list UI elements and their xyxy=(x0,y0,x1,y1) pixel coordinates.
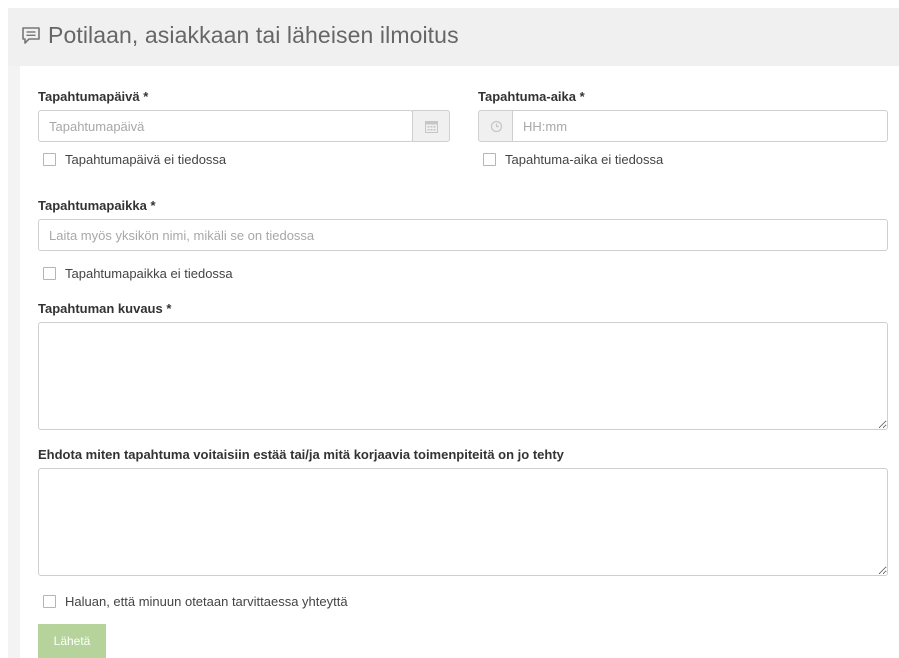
panel-header: Potilaan, asiakkaan tai läheisen ilmoitu… xyxy=(8,8,899,66)
time-label: Tapahtuma-aika * xyxy=(478,89,585,104)
place-unknown-row[interactable]: Tapahtumapaikka ei tiedossa xyxy=(43,266,233,281)
clock-icon xyxy=(490,120,503,138)
description-textarea[interactable] xyxy=(38,322,888,430)
page-title: Potilaan, asiakkaan tai läheisen ilmoitu… xyxy=(48,22,459,48)
comment-icon xyxy=(20,25,42,47)
time-input[interactable] xyxy=(512,110,888,142)
submit-button[interactable]: Lähetä xyxy=(38,624,106,658)
time-unknown-checkbox[interactable] xyxy=(483,153,496,166)
contact-row[interactable]: Haluan, että minuun otetaan tarvittaessa… xyxy=(43,594,348,609)
time-picker-button[interactable] xyxy=(478,110,513,142)
date-unknown-row[interactable]: Tapahtumapäivä ei tiedossa xyxy=(43,152,226,167)
place-input[interactable] xyxy=(38,219,888,251)
time-unknown-row[interactable]: Tapahtuma-aika ei tiedossa xyxy=(483,152,663,167)
place-unknown-checkbox[interactable] xyxy=(43,267,56,280)
suggestion-textarea[interactable] xyxy=(38,468,888,576)
suggestion-label: Ehdota miten tapahtuma voitaisiin estää … xyxy=(38,447,564,462)
place-unknown-label: Tapahtumapaikka ei tiedossa xyxy=(65,266,233,281)
date-unknown-label: Tapahtumapäivä ei tiedossa xyxy=(65,152,227,167)
contact-label: Haluan, että minuun otetaan tarvittaessa… xyxy=(65,594,348,609)
calendar-icon xyxy=(425,120,438,138)
date-label: Tapahtumapäivä * xyxy=(38,89,149,104)
contact-checkbox[interactable] xyxy=(43,595,56,608)
date-picker-button[interactable] xyxy=(412,110,450,142)
place-label: Tapahtumapaikka * xyxy=(38,198,156,213)
date-unknown-checkbox[interactable] xyxy=(43,153,56,166)
date-input[interactable] xyxy=(38,110,413,142)
description-label: Tapahtuman kuvaus * xyxy=(38,301,172,316)
time-unknown-label: Tapahtuma-aika ei tiedossa xyxy=(505,152,664,167)
